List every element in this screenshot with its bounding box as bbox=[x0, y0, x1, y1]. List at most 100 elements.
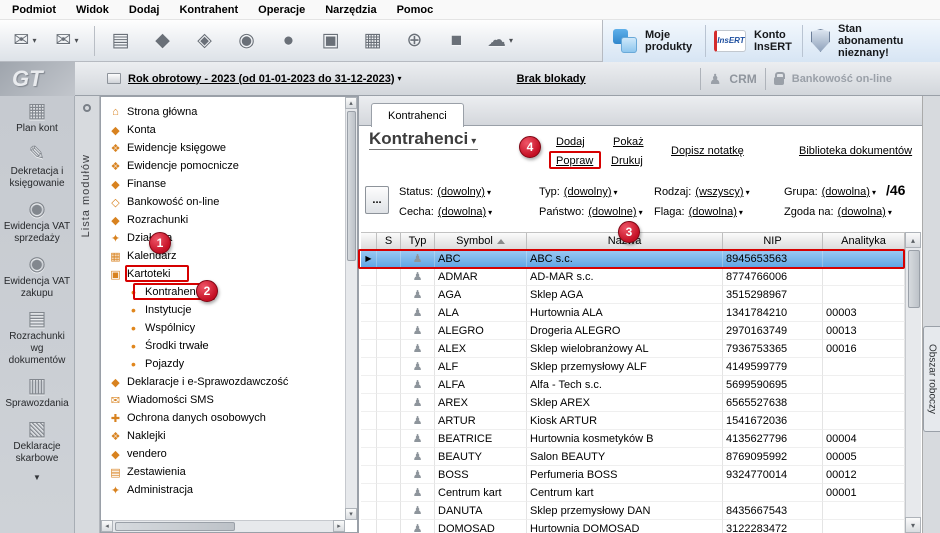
menu-kontrahent[interactable]: Kontrahent bbox=[169, 2, 248, 18]
coins-icon[interactable]: ◉ bbox=[229, 24, 267, 58]
scroll-right-button[interactable] bbox=[333, 520, 345, 532]
biblioteka-dokumentow-link[interactable]: Biblioteka dokumentów bbox=[799, 145, 912, 157]
filter-value[interactable]: (wszyscy) bbox=[695, 186, 743, 198]
filter-value[interactable]: (dowolna) bbox=[689, 206, 737, 218]
module-administracja[interactable]: ✦ Administracja bbox=[101, 481, 344, 499]
module-pojazdy[interactable]: • Pojazdy bbox=[101, 355, 344, 373]
filter-value[interactable]: (dowolna) bbox=[822, 186, 870, 198]
scroll-down-button[interactable] bbox=[905, 517, 921, 533]
rail-sprawozdania[interactable]: ▥ Sprawozdania bbox=[0, 371, 74, 414]
tree-horizontal-scrollbar[interactable] bbox=[101, 520, 345, 532]
cube-icon[interactable]: ■ bbox=[439, 24, 477, 58]
filter-value[interactable]: (dowolny) bbox=[437, 186, 485, 198]
dodaj-link[interactable]: Dodaj bbox=[556, 136, 585, 148]
filter-value[interactable]: (dowolny) bbox=[564, 186, 612, 198]
cloud-icon[interactable]: ☁▾ bbox=[481, 24, 519, 58]
mail-icon[interactable]: ✉▾ bbox=[48, 24, 86, 58]
module-vendero[interactable]: ◆ vendero bbox=[101, 445, 344, 463]
module-dzialania[interactable]: ✦ Działania bbox=[101, 229, 344, 247]
chevron-down-icon[interactable] bbox=[872, 186, 876, 198]
tab-kontrahenci[interactable]: Kontrahenci bbox=[371, 103, 464, 127]
calculator-icon[interactable]: ▦ bbox=[355, 24, 393, 58]
module-rozrachunki[interactable]: ◆ Rozrachunki bbox=[101, 211, 344, 229]
chevron-down-icon[interactable] bbox=[613, 186, 617, 198]
module-ochrona-danych[interactable]: ✚ Ochrona danych osobowych bbox=[101, 409, 344, 427]
rail-more-caret[interactable] bbox=[0, 471, 74, 483]
module-wiadomosci-sms[interactable]: ✉ Wiadomości SMS bbox=[101, 391, 344, 409]
module-zestawienia[interactable]: ▤ Zestawienia bbox=[101, 463, 344, 481]
table-row[interactable]: AREX Sklep AREX 6565527638 bbox=[361, 394, 905, 412]
column-nip[interactable]: NIP bbox=[723, 233, 823, 249]
module-wspolnicy[interactable]: • Wspólnicy bbox=[101, 319, 344, 337]
chevron-down-icon[interactable] bbox=[739, 206, 743, 218]
menu-widok[interactable]: Widok bbox=[66, 2, 119, 18]
table-row[interactable]: Centrum kart Centrum kart 00001 bbox=[361, 484, 905, 502]
menu-podmiot[interactable]: Podmiot bbox=[2, 2, 66, 18]
rail-plan-kont[interactable]: ▦ Plan kont bbox=[0, 96, 74, 139]
module-konta[interactable]: ◆ Konta bbox=[101, 121, 344, 139]
table-row[interactable]: AGA Sklep AGA 3515298967 bbox=[361, 286, 905, 304]
insert-account-label[interactable]: Konto InsERT bbox=[754, 29, 794, 53]
column-s[interactable]: S bbox=[377, 233, 401, 249]
lock-status-link[interactable]: Brak blokady bbox=[517, 73, 586, 85]
chevron-down-icon[interactable] bbox=[488, 206, 492, 218]
scroll-left-button[interactable] bbox=[101, 520, 113, 532]
module-ewidencje-ksiegowe[interactable]: ❖ Ewidencje księgowe bbox=[101, 139, 344, 157]
table-row[interactable]: ALF Sklep przemysłowy ALF 4149599779 bbox=[361, 358, 905, 376]
insert-logo[interactable]: InsERT bbox=[714, 30, 746, 52]
send-mail-icon[interactable]: ✉▾ bbox=[6, 24, 44, 58]
chevron-down-icon[interactable] bbox=[487, 186, 491, 198]
fiscal-year-selector[interactable]: Rok obrotowy - 2023 (od 01-01-2023 do 31… bbox=[128, 73, 395, 85]
chevron-down-icon[interactable] bbox=[398, 74, 402, 83]
drukuj-link[interactable]: Drukuj bbox=[611, 155, 643, 167]
module-finanse[interactable]: ◆ Finanse bbox=[101, 175, 344, 193]
table-row[interactable]: BEATRICE Hurtownia kosmetyków B 41356277… bbox=[361, 430, 905, 448]
menu-operacje[interactable]: Operacje bbox=[248, 2, 315, 18]
workspace-tab[interactable]: Obszar roboczy bbox=[923, 326, 940, 432]
scroll-down-button[interactable] bbox=[345, 508, 357, 520]
crm-label[interactable]: CRM bbox=[729, 72, 756, 86]
my-products-label[interactable]: Moje produkty bbox=[645, 29, 697, 53]
rail-vat-sprzedazy[interactable]: ◉ Ewidencja VAT sprzedaży bbox=[0, 194, 74, 249]
module-deklaracje[interactable]: ◆ Deklaracje i e-Sprawozdawczość bbox=[101, 373, 344, 391]
module-ewidencje-pomocnicze[interactable]: ❖ Ewidencje pomocnicze bbox=[101, 157, 344, 175]
module-kalendarz[interactable]: ▦ Kalendarz bbox=[101, 247, 344, 265]
ledger-icon[interactable]: ▤ bbox=[103, 24, 141, 58]
money-icon[interactable]: ● bbox=[271, 24, 309, 58]
diamond-icon[interactable]: ◆ bbox=[145, 24, 183, 58]
column-typ[interactable]: Typ bbox=[401, 233, 435, 249]
table-row[interactable]: ALFA Alfa - Tech s.c. 5699590695 bbox=[361, 376, 905, 394]
table-row[interactable]: DANUTA Sklep przemysłowy DAN 8435667543 bbox=[361, 502, 905, 520]
filter-value[interactable]: (dowolne) bbox=[588, 206, 636, 218]
rail-vat-zakupu[interactable]: ◉ Ewidencja VAT zakupu bbox=[0, 249, 74, 304]
filter-value[interactable]: (dowolna) bbox=[838, 206, 886, 218]
module-instytucje[interactable]: • Instytucje bbox=[101, 301, 344, 319]
online-banking-label[interactable]: Bankowość on-line bbox=[792, 73, 892, 85]
scrollbar-thumb[interactable] bbox=[908, 250, 920, 308]
subscription-status-label[interactable]: Stan abonamentu nieznany! bbox=[838, 23, 930, 59]
module-srodki-trwale[interactable]: • Środki trwałe bbox=[101, 337, 344, 355]
table-row[interactable]: ADMAR AD-MAR s.c. 8774766006 bbox=[361, 268, 905, 286]
table-row[interactable]: ALEGRO Drogeria ALEGRO 2970163749 00013 bbox=[361, 322, 905, 340]
rail-deklaracje-skarbowe[interactable]: ▧ Deklaracje skarbowe bbox=[0, 414, 74, 469]
diamond-edit-icon[interactable]: ◈ bbox=[187, 24, 225, 58]
pokaz-link[interactable]: Pokaż bbox=[613, 136, 644, 148]
table-row[interactable]: BOSS Perfumeria BOSS 9324770014 00012 bbox=[361, 466, 905, 484]
chevron-down-icon[interactable] bbox=[746, 186, 750, 198]
table-row[interactable]: ARTUR Kiosk ARTUR 1541672036 bbox=[361, 412, 905, 430]
rail-dekretacja[interactable]: ✎ Dekretacja i księgowanie bbox=[0, 139, 74, 194]
tree-vertical-scrollbar[interactable] bbox=[345, 97, 357, 520]
pin-icon[interactable] bbox=[83, 104, 91, 112]
module-strona-glowna[interactable]: ⌂ Strona główna bbox=[101, 103, 344, 121]
more-filters-button[interactable]: ... bbox=[365, 186, 389, 214]
printer-icon[interactable]: ▣ bbox=[313, 24, 351, 58]
module-naklejki[interactable]: ❖ Naklejki bbox=[101, 427, 344, 445]
table-row[interactable]: DOMOSAD Hurtownia DOMOSAD 3122283472 bbox=[361, 520, 905, 533]
my-products-icon[interactable] bbox=[613, 29, 637, 53]
globe-icon[interactable]: ⊕ bbox=[397, 24, 435, 58]
table-row[interactable]: ALEX Sklep wielobranżowy AL 7936753365 0… bbox=[361, 340, 905, 358]
filter-value[interactable]: (dowolna) bbox=[438, 206, 486, 218]
scroll-up-button[interactable] bbox=[905, 232, 921, 248]
page-title[interactable]: Kontrahenci▾ bbox=[369, 129, 478, 150]
module-bankowosc-online[interactable]: ◇ Bankowość on-line bbox=[101, 193, 344, 211]
